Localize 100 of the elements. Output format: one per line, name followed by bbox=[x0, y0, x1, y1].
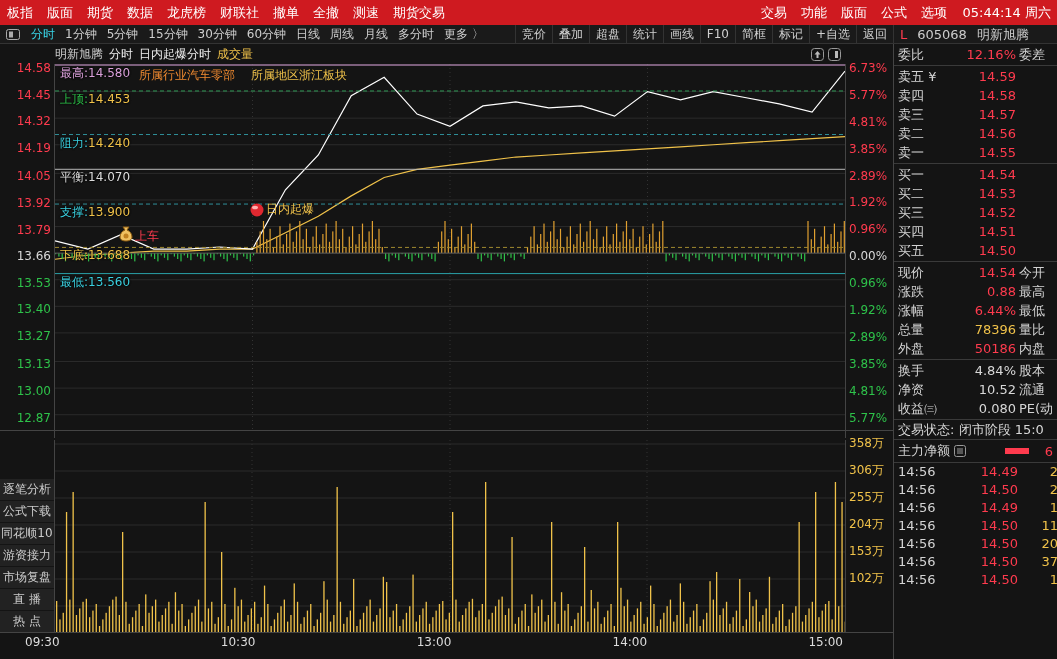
menu-item[interactable]: 版面 bbox=[834, 3, 875, 22]
toolbar-button[interactable]: 超盘 bbox=[588, 25, 626, 44]
toolbar-button[interactable]: F10 bbox=[699, 25, 735, 44]
quote-label: 最高 bbox=[1018, 283, 1046, 301]
tick-volume: 1 bbox=[1048, 571, 1057, 589]
order-price: 14.53 bbox=[977, 185, 1016, 203]
level-label: 上顶:14.453 bbox=[60, 91, 131, 106]
percent-axis-label: 5.77% bbox=[848, 410, 889, 427]
menu-item[interactable]: 全撤 bbox=[306, 3, 346, 22]
side-button[interactable]: 热 点 bbox=[0, 610, 54, 632]
period-tab[interactable]: 分时 bbox=[26, 26, 60, 43]
period-tab[interactable]: 15分钟 bbox=[143, 26, 193, 43]
upload-icon[interactable] bbox=[811, 47, 824, 61]
period-tab[interactable]: 30分钟 bbox=[192, 26, 242, 43]
quote-value: 12.16% bbox=[965, 46, 1016, 64]
period-tab[interactable]: 日线 bbox=[291, 26, 326, 43]
tick-price: 14.50 bbox=[979, 571, 1018, 589]
tick-time: 14:56 bbox=[898, 463, 937, 481]
price-axis-label: 14.05 bbox=[15, 169, 52, 186]
order-level-label: 买二 bbox=[898, 185, 925, 203]
quote-label: 涨跌 bbox=[898, 283, 925, 301]
level-label: 最低:13.560 bbox=[60, 274, 131, 289]
order-price: 14.54 bbox=[977, 166, 1016, 184]
stock-name: 明新旭腾 bbox=[55, 45, 103, 63]
menu-item[interactable]: 撤单 bbox=[266, 3, 306, 22]
period-tab[interactable]: 5分钟 bbox=[101, 26, 144, 43]
stock-name: 明新旭腾 bbox=[976, 25, 1029, 44]
panel-toggle-icon[interactable] bbox=[6, 29, 20, 40]
level-label: 平衡:14.070 bbox=[60, 170, 131, 185]
toolbar-button[interactable]: 简框 bbox=[734, 25, 772, 44]
toolbar-button[interactable]: 返回 bbox=[856, 25, 893, 44]
menu-item[interactable]: 交易 bbox=[754, 3, 795, 22]
list-icon[interactable] bbox=[954, 445, 966, 457]
menu-item[interactable]: 期货交易 bbox=[386, 3, 452, 22]
menu-item[interactable]: 测速 bbox=[346, 3, 386, 22]
toolbar-button[interactable]: 统计 bbox=[625, 25, 663, 44]
volume-axis-label: 204万 bbox=[848, 517, 885, 533]
period-tab[interactable]: 更多 〉 bbox=[439, 26, 489, 43]
percent-axis-label: 2.89% bbox=[848, 329, 889, 346]
order-level-label: 买四 bbox=[898, 223, 925, 241]
sector-tag: 所属行业汽车零部 bbox=[139, 68, 235, 82]
menu-item[interactable]: 数据 bbox=[120, 3, 160, 22]
order-price: 14.50 bbox=[977, 242, 1016, 260]
price-axis-label: 13.53 bbox=[15, 275, 52, 292]
side-button[interactable]: 逐笔分析 bbox=[0, 478, 54, 500]
quote-label: 委差 bbox=[1018, 46, 1046, 64]
order-level-label: 买三 bbox=[898, 204, 925, 222]
tick-time: 14:56 bbox=[898, 535, 937, 553]
menu-item[interactable]: 选项 bbox=[914, 3, 955, 22]
price-axis-label: 13.13 bbox=[15, 357, 52, 374]
period-tab[interactable]: 1分钟 bbox=[60, 26, 102, 43]
price-axis-label: 13.66 bbox=[15, 249, 52, 266]
tick-time: 14:56 bbox=[898, 481, 937, 499]
side-button[interactable]: 公式下载 bbox=[0, 500, 54, 522]
period-tab[interactable]: 多分时 bbox=[393, 26, 440, 43]
toolbar-button[interactable]: 竞价 bbox=[514, 25, 552, 44]
volume-axis-label: 358万 bbox=[848, 436, 885, 452]
time-axis-label: 15:00 bbox=[808, 634, 843, 651]
menu-item[interactable]: 板指 bbox=[0, 3, 40, 22]
toolbar-button[interactable]: 标记 bbox=[771, 25, 809, 44]
order-price: 14.57 bbox=[977, 106, 1016, 124]
level-label: 最高:14.580 bbox=[60, 66, 131, 80]
quote-value: 4.84% bbox=[973, 362, 1016, 380]
price-axis-label: 14.45 bbox=[15, 87, 52, 104]
clock: 05:44:14 周六 bbox=[961, 3, 1051, 22]
quote-label: 总量 bbox=[898, 321, 925, 339]
price-axis-label: 12.87 bbox=[15, 410, 52, 427]
toolbar-button[interactable]: 画线 bbox=[662, 25, 700, 44]
toolbar-button[interactable]: 叠加 bbox=[551, 25, 589, 44]
side-button[interactable]: 游资接力 bbox=[0, 544, 54, 566]
menu-item[interactable]: 功能 bbox=[794, 3, 835, 22]
quote-label: 换手 bbox=[898, 362, 925, 380]
period-tab[interactable]: 周线 bbox=[325, 26, 360, 43]
volume-axis-label: 153万 bbox=[848, 544, 885, 560]
percent-axis-label: 3.85% bbox=[848, 356, 889, 373]
menu-item[interactable]: 版面 bbox=[40, 3, 80, 22]
period-tab[interactable]: 月线 bbox=[359, 26, 394, 43]
tick-volume: 37 bbox=[1040, 553, 1057, 571]
tick-time: 14:56 bbox=[898, 553, 937, 571]
time-axis-label: 10:30 bbox=[220, 634, 256, 651]
quote-label: 今开 bbox=[1018, 264, 1046, 282]
tick-price: 14.49 bbox=[979, 499, 1018, 517]
percent-axis-label: 6.73% bbox=[848, 61, 889, 77]
trading-status: 交易状态: 闭市阶段 15:0 bbox=[894, 420, 1057, 440]
chart-title: 分时 bbox=[109, 45, 133, 63]
menu-item[interactable]: 期货 bbox=[80, 3, 120, 22]
menu-item[interactable]: 公式 bbox=[874, 3, 915, 22]
side-button[interactable]: 同花顺10 bbox=[0, 522, 54, 544]
quote-label: 现价 bbox=[898, 264, 925, 282]
toolbar-button[interactable]: +自选 bbox=[808, 25, 856, 44]
menu-item[interactable]: 龙虎榜 bbox=[160, 3, 213, 22]
quote-value: 6.44% bbox=[973, 302, 1016, 320]
level-label: 阻力:14.240 bbox=[60, 135, 131, 150]
period-tab[interactable]: 60分钟 bbox=[241, 26, 292, 43]
menu-item[interactable]: 财联社 bbox=[213, 3, 266, 22]
order-price: 14.55 bbox=[977, 144, 1016, 162]
percent-axis-label: 0.96% bbox=[848, 222, 889, 239]
side-button[interactable]: 直 播 bbox=[0, 588, 54, 610]
side-button[interactable]: 市场复盘 bbox=[0, 566, 54, 588]
panel-toggle-icon[interactable] bbox=[828, 47, 841, 61]
